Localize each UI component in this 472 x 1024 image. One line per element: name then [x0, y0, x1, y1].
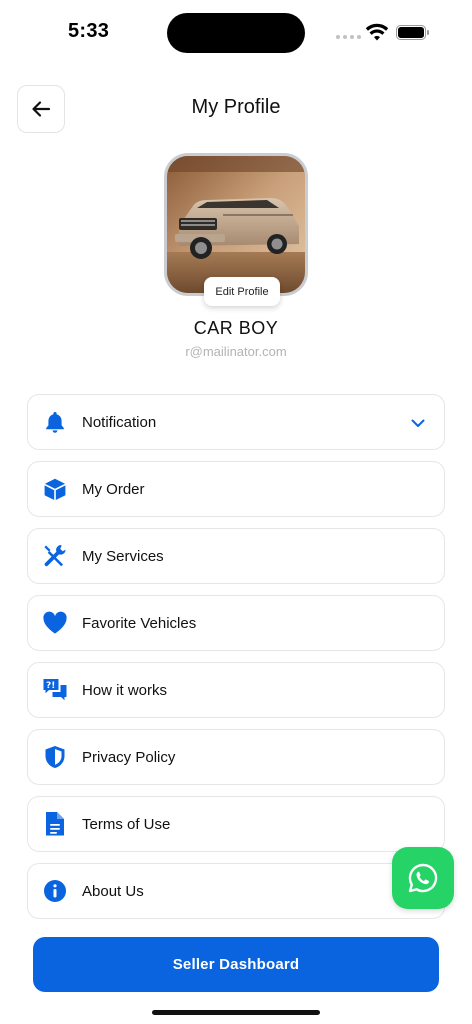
menu-item-how-it-works[interactable]: ?! How it works — [27, 662, 445, 718]
car-photo — [167, 156, 305, 293]
menu-item-privacy-policy[interactable]: Privacy Policy — [27, 729, 445, 785]
menu-item-favorite-vehicles[interactable]: Favorite Vehicles — [27, 595, 445, 651]
user-name: CAR BOY — [193, 318, 279, 338]
tools-icon — [42, 543, 68, 569]
page-title: My Profile — [191, 96, 281, 118]
menu-item-label: How it works — [82, 681, 168, 699]
wifi-icon — [365, 23, 389, 41]
edit-profile-button[interactable]: Edit Profile — [204, 277, 280, 306]
seller-dashboard-button[interactable]: Seller Dashboard — [33, 937, 439, 992]
menu-item-about-us[interactable]: About Us — [27, 863, 445, 919]
menu-item-my-services[interactable]: My Services — [27, 528, 445, 584]
box-icon — [42, 476, 68, 502]
shield-icon — [42, 744, 68, 770]
question-chat-icon: ?! — [42, 677, 68, 703]
whatsapp-button[interactable] — [392, 847, 454, 909]
menu-item-label: Favorite Vehicles — [82, 614, 197, 632]
menu-item-terms-of-use[interactable]: Terms of Use — [27, 796, 445, 852]
bell-icon — [42, 409, 68, 435]
menu-item-notification[interactable]: Notification — [27, 394, 445, 450]
menu-item-my-order[interactable]: My Order — [27, 461, 445, 517]
menu-item-label: Terms of Use — [82, 815, 171, 833]
user-email: r@mailinator.com — [185, 344, 287, 359]
home-indicator — [152, 1010, 320, 1015]
status-time: 5:33 — [68, 20, 110, 42]
menu-item-label: My Services — [82, 547, 164, 565]
menu-item-label: Privacy Policy — [82, 748, 176, 766]
chevron-down-icon[interactable] — [410, 415, 426, 431]
menu-item-label: Notification — [82, 413, 157, 431]
status-bar: 5:33 — [0, 0, 472, 62]
whatsapp-icon — [408, 863, 438, 893]
avatar[interactable] — [164, 153, 308, 296]
menu-item-label: About Us — [82, 882, 144, 900]
document-icon — [42, 811, 68, 837]
menu-item-label: My Order — [82, 480, 145, 498]
signal-icon — [336, 35, 361, 39]
dynamic-island — [167, 13, 305, 53]
heart-icon — [42, 610, 68, 636]
info-icon — [42, 878, 68, 904]
svg-text:?!: ?! — [46, 681, 55, 691]
battery-icon — [396, 25, 429, 40]
